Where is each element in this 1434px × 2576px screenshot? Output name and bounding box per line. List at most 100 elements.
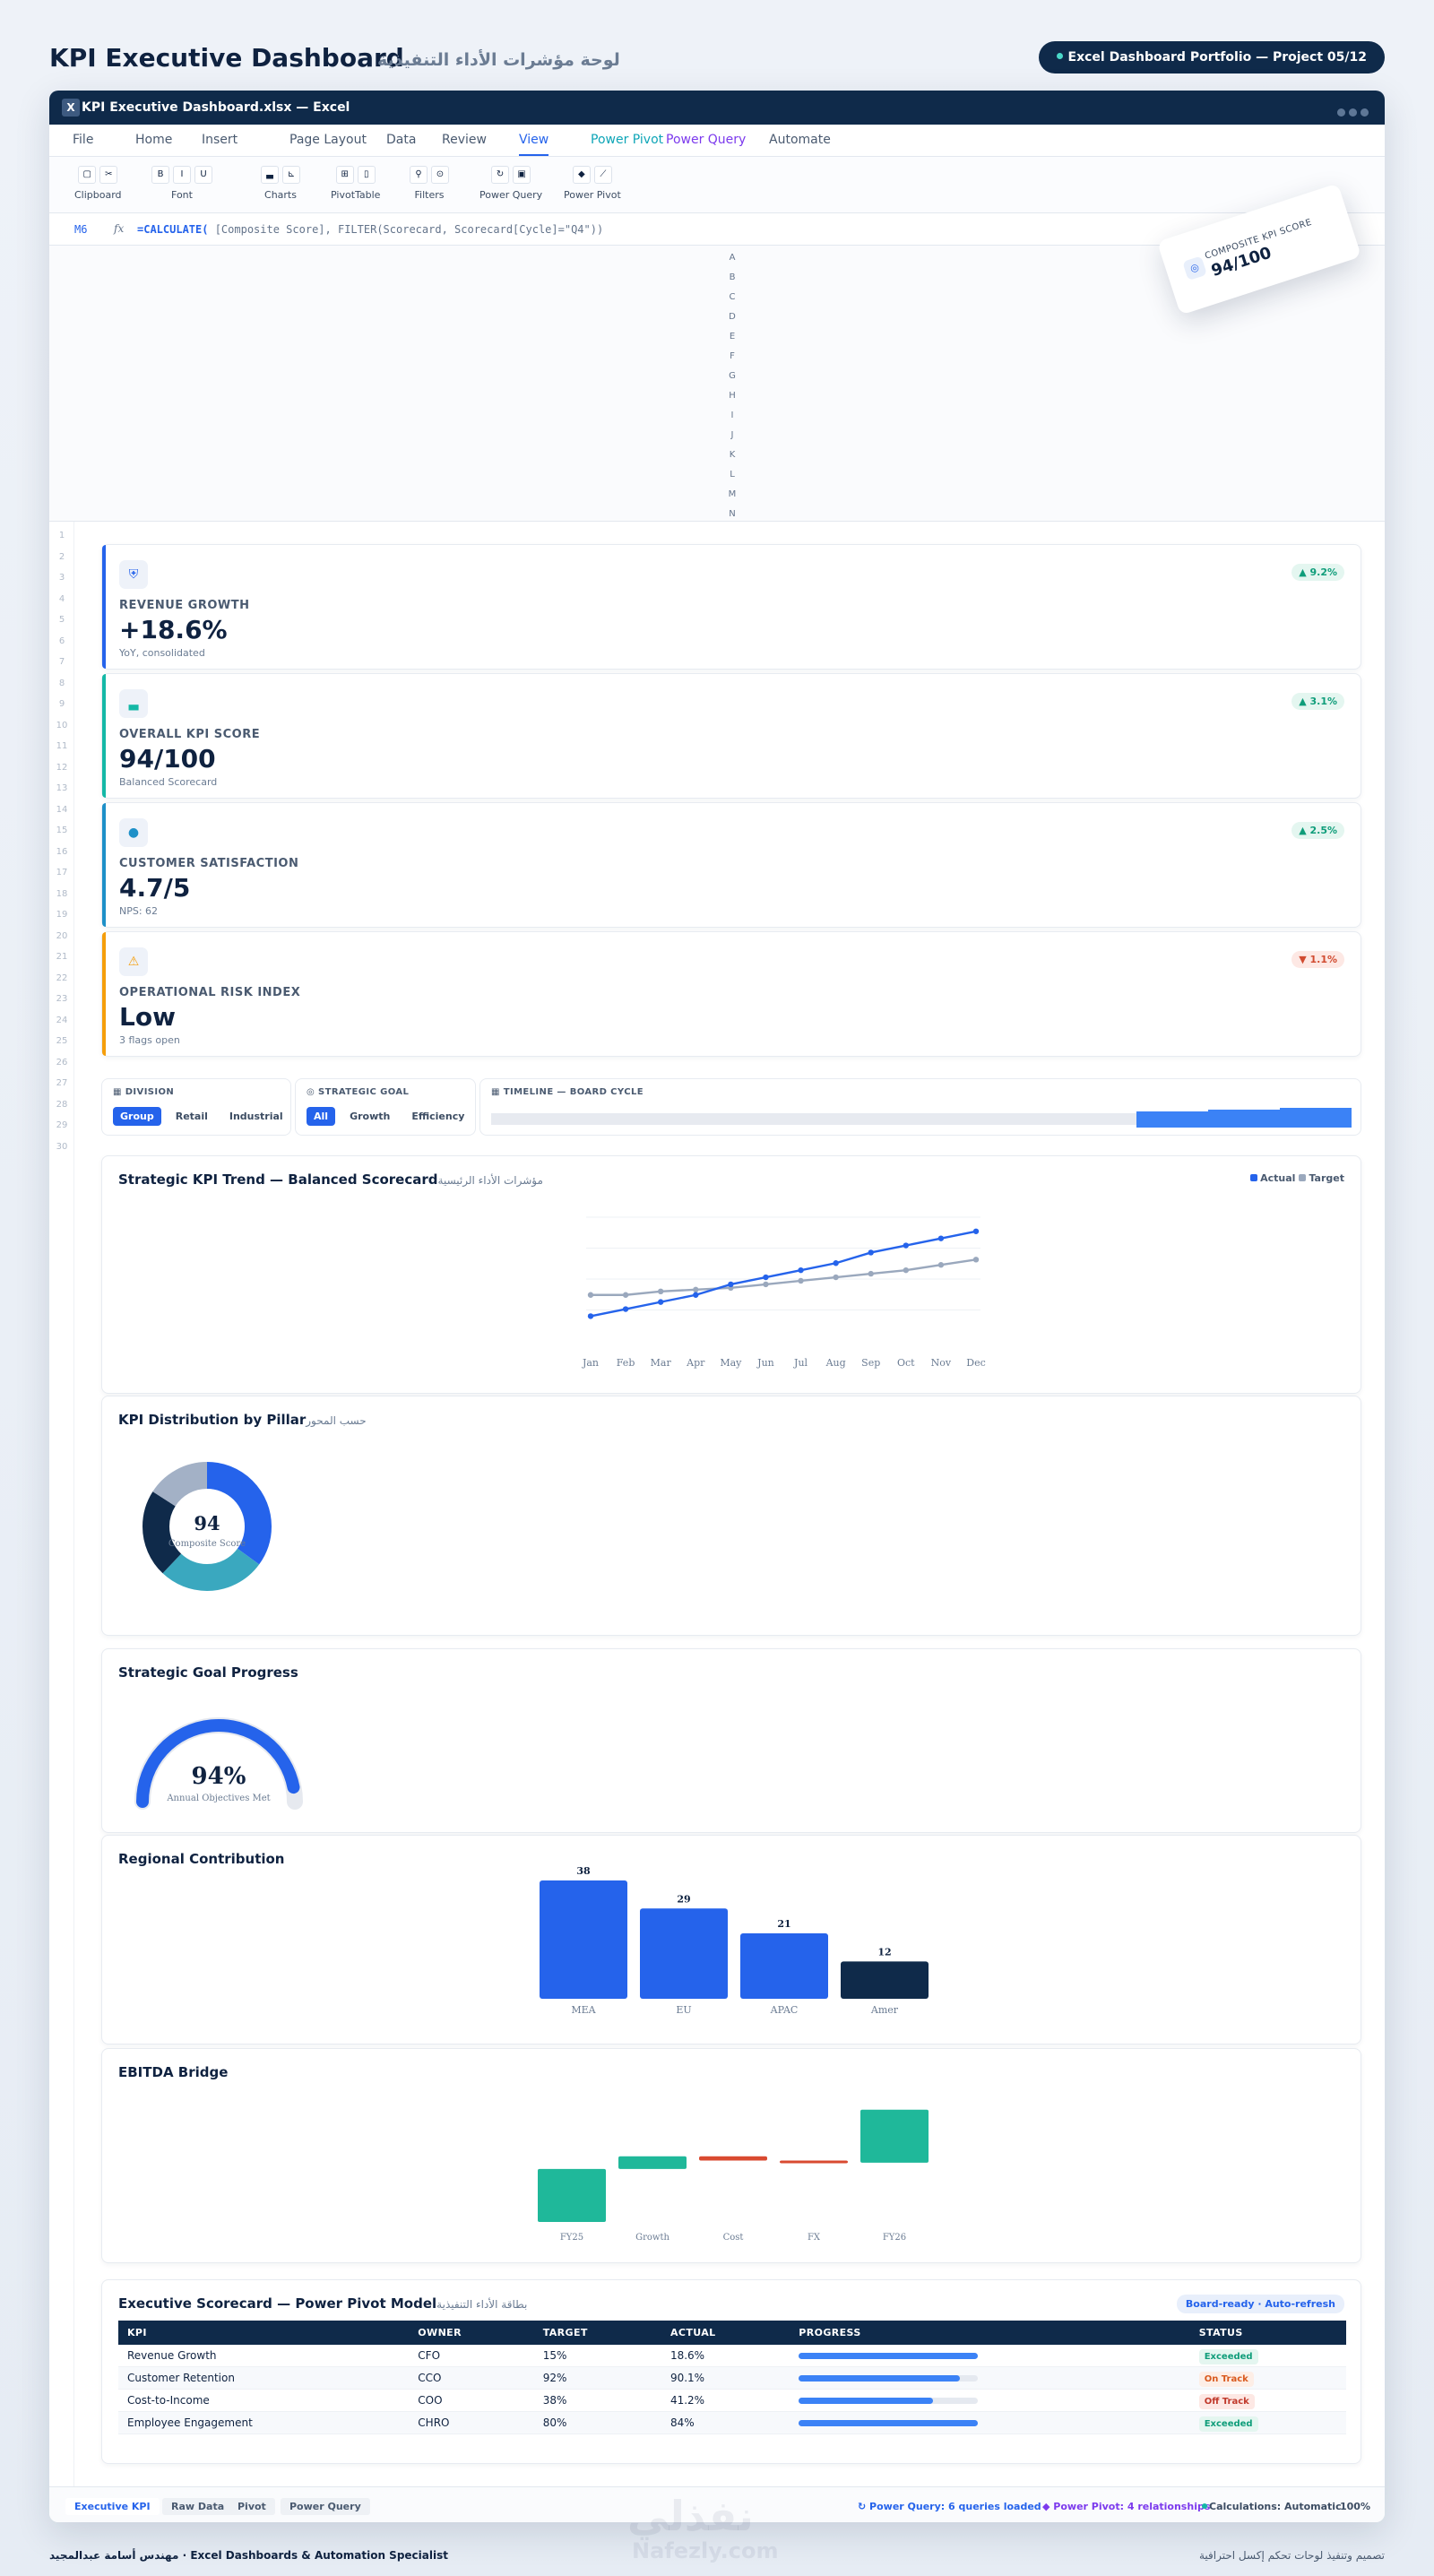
trend-point-target[interactable] xyxy=(763,1281,769,1288)
row-header[interactable]: 4 xyxy=(49,594,74,604)
bar-apac[interactable] xyxy=(740,1933,828,1999)
division-option-retail[interactable]: Retail xyxy=(168,1107,215,1126)
row-header[interactable]: 19 xyxy=(49,910,74,920)
trend-point-actual[interactable] xyxy=(833,1260,839,1266)
row-header[interactable]: 10 xyxy=(49,721,74,730)
row-header[interactable]: 25 xyxy=(49,1036,74,1046)
row-header[interactable]: 22 xyxy=(49,973,74,983)
column-header-k[interactable]: K xyxy=(723,450,741,460)
row-header[interactable]: 29 xyxy=(49,1120,74,1130)
trend-point-actual[interactable] xyxy=(657,1299,664,1305)
row-header[interactable]: 30 xyxy=(49,1142,74,1152)
ribbon-charts-btn-1-icon[interactable]: ⊾ xyxy=(282,166,300,184)
menu-power-query[interactable]: Power Query xyxy=(666,133,746,147)
trend-point-target[interactable] xyxy=(868,1270,874,1277)
goal-option-efficiency[interactable]: Efficiency xyxy=(404,1107,471,1126)
trend-point-actual[interactable] xyxy=(763,1274,769,1281)
scorecard-row[interactable]: Employee Engagement CHRO 80% 84% Exceeded xyxy=(118,2411,1346,2434)
trend-point-target[interactable] xyxy=(937,1262,945,1268)
trend-point-actual[interactable] xyxy=(693,1292,699,1298)
waterfall-bar-cost[interactable] xyxy=(699,2156,767,2161)
row-header[interactable]: 11 xyxy=(49,741,74,751)
menu-file[interactable]: File xyxy=(73,133,93,147)
trend-point-actual[interactable] xyxy=(728,1281,734,1288)
column-header-m[interactable]: M xyxy=(723,489,741,499)
timeline-bar[interactable] xyxy=(480,1079,1362,1137)
trend-point-target[interactable] xyxy=(587,1292,594,1298)
row-header[interactable]: 12 xyxy=(49,763,74,773)
column-header-d[interactable]: D xyxy=(723,312,741,322)
column-header-g[interactable]: G xyxy=(723,371,741,381)
row-header[interactable]: 17 xyxy=(49,868,74,877)
row-header[interactable]: 7 xyxy=(49,657,74,667)
sheet-tab-executive-kpi[interactable]: Executive KPI xyxy=(65,2498,160,2515)
trend-point-actual[interactable] xyxy=(622,1306,629,1312)
row-header[interactable]: 9 xyxy=(49,699,74,709)
ribbon-filters-btn-0-icon[interactable]: ⚲ xyxy=(410,166,428,184)
division-option-group[interactable]: Group xyxy=(113,1107,161,1126)
trend-point-actual[interactable] xyxy=(972,1228,980,1234)
row-header[interactable]: 13 xyxy=(49,783,74,793)
row-header[interactable]: 14 xyxy=(49,805,74,815)
window-controls[interactable] xyxy=(1334,103,1369,120)
row-header[interactable]: 24 xyxy=(49,1016,74,1025)
cell-reference[interactable]: M6 xyxy=(74,223,87,236)
column-header-f[interactable]: F xyxy=(723,351,741,361)
row-header[interactable]: 23 xyxy=(49,994,74,1004)
waterfall-bar-fx[interactable] xyxy=(780,2160,848,2164)
column-header-h[interactable]: H xyxy=(723,391,741,401)
trend-point-target[interactable] xyxy=(903,1266,910,1274)
timeline-selected-q4[interactable] xyxy=(1280,1108,1352,1128)
goal-option-all[interactable]: All xyxy=(307,1107,336,1126)
sheet-tab-pivot[interactable]: Pivot xyxy=(229,2498,275,2515)
row-header[interactable]: 16 xyxy=(49,847,74,857)
close-icon[interactable] xyxy=(1361,108,1369,117)
minimize-icon[interactable] xyxy=(1337,108,1345,117)
formula-input[interactable]: =CALCULATE( [Composite Score], FILTER(Sc… xyxy=(137,223,603,236)
menu-automate[interactable]: Automate xyxy=(769,133,831,147)
row-header[interactable]: 8 xyxy=(49,679,74,688)
division-option-industrial[interactable]: Industrial xyxy=(222,1107,290,1126)
row-header[interactable]: 15 xyxy=(49,826,74,835)
row-header[interactable]: 6 xyxy=(49,636,74,646)
row-header[interactable]: 1 xyxy=(49,531,74,540)
ribbon-pivottable-btn-1-icon[interactable]: ▯ xyxy=(357,166,376,184)
ribbon-charts-btn-0-icon[interactable]: ▃ xyxy=(261,166,279,184)
timeline-slicer[interactable]: ▦ TIMELINE — BOARD CYCLE xyxy=(479,1078,1361,1136)
bar-mea[interactable] xyxy=(540,1880,627,1999)
menu-view[interactable]: View xyxy=(519,133,549,156)
ribbon-font-btn-0-icon[interactable]: B xyxy=(151,166,169,184)
ribbon-clipboard-btn-0-icon[interactable]: ▢ xyxy=(78,166,97,184)
timeline-selected-q3[interactable] xyxy=(1208,1110,1280,1128)
column-header-l[interactable]: L xyxy=(723,470,741,480)
column-header-b[interactable]: B xyxy=(723,272,741,282)
trend-point-actual[interactable] xyxy=(587,1313,594,1319)
ribbon-pivottable-btn-0-icon[interactable]: ⊞ xyxy=(335,166,354,184)
scorecard-row[interactable]: Customer Retention CCO 92% 90.1% On Track xyxy=(118,2366,1346,2390)
menu-data[interactable]: Data xyxy=(386,133,416,147)
goal-option-growth[interactable]: Growth xyxy=(342,1107,397,1126)
row-header[interactable]: 28 xyxy=(49,1100,74,1110)
bar-eu[interactable] xyxy=(640,1908,728,1999)
trend-point-target[interactable] xyxy=(622,1292,629,1298)
menu-review[interactable]: Review xyxy=(442,133,487,147)
waterfall-bar-growth[interactable] xyxy=(618,2156,687,2169)
trend-point-actual[interactable] xyxy=(798,1266,804,1274)
row-header[interactable]: 3 xyxy=(49,573,74,583)
ribbon-power-query-btn-1-icon[interactable]: ▣ xyxy=(513,166,531,184)
row-header[interactable]: 18 xyxy=(49,889,74,899)
trend-point-target[interactable] xyxy=(798,1277,804,1284)
column-header-n[interactable]: N xyxy=(723,509,741,519)
waterfall-bar-fy26[interactable] xyxy=(860,2109,929,2163)
column-header-a[interactable]: A xyxy=(723,253,741,263)
ribbon-power-pivot-btn-1-icon[interactable]: ⟋ xyxy=(593,166,612,184)
sheet-tab-raw-data[interactable]: Raw Data xyxy=(162,2498,234,2515)
row-header[interactable]: 5 xyxy=(49,615,74,625)
trend-point-actual[interactable] xyxy=(937,1235,945,1241)
menu-insert[interactable]: Insert xyxy=(202,133,238,147)
ribbon-font-btn-2-icon[interactable]: U xyxy=(194,166,212,184)
column-header-i[interactable]: I xyxy=(723,411,741,420)
maximize-icon[interactable] xyxy=(1349,108,1357,117)
row-header[interactable]: 26 xyxy=(49,1058,74,1068)
trend-point-target[interactable] xyxy=(833,1274,839,1281)
